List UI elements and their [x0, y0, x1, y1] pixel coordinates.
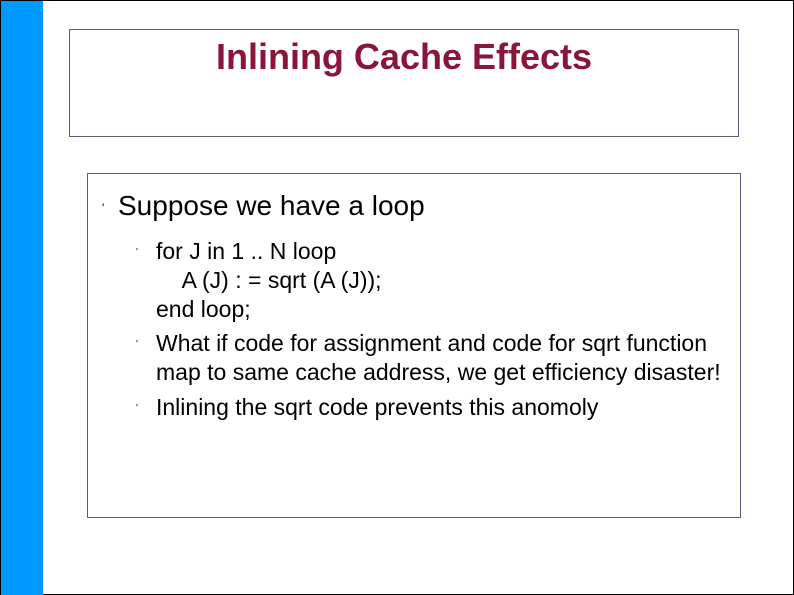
slide-title: Inlining Cache Effects — [216, 36, 592, 78]
sub-bullet: ' Inlining the sqrt code prevents this a… — [136, 393, 726, 422]
main-bullet: ' Suppose we have a loop — [102, 190, 726, 223]
body-container: ' Suppose we have a loop ' for J in 1 ..… — [87, 173, 741, 518]
title-container: Inlining Cache Effects — [69, 29, 739, 137]
slide: Inlining Cache Effects ' Suppose we have… — [0, 0, 794, 595]
bullet-mark-icon: ' — [136, 393, 156, 421]
sub-bullet-text: What if code for assignment and code for… — [156, 329, 726, 387]
main-bullet-text: Suppose we have a loop — [118, 190, 425, 222]
sub-bullet-list: ' for J in 1 .. N loop A (J) : = sqrt (A… — [102, 237, 726, 422]
sub-bullet: ' for J in 1 .. N loop A (J) : = sqrt (A… — [136, 237, 726, 323]
bullet-mark-icon: ' — [136, 237, 156, 265]
sub-bullet-text: Inlining the sqrt code prevents this ano… — [156, 393, 598, 422]
sub-bullet: ' What if code for assignment and code f… — [136, 329, 726, 387]
sub-bullet-text: for J in 1 .. N loop A (J) : = sqrt (A (… — [156, 237, 382, 323]
bullet-mark-icon: ' — [102, 190, 118, 223]
bullet-mark-icon: ' — [136, 329, 156, 357]
side-accent-bar — [1, 1, 43, 595]
